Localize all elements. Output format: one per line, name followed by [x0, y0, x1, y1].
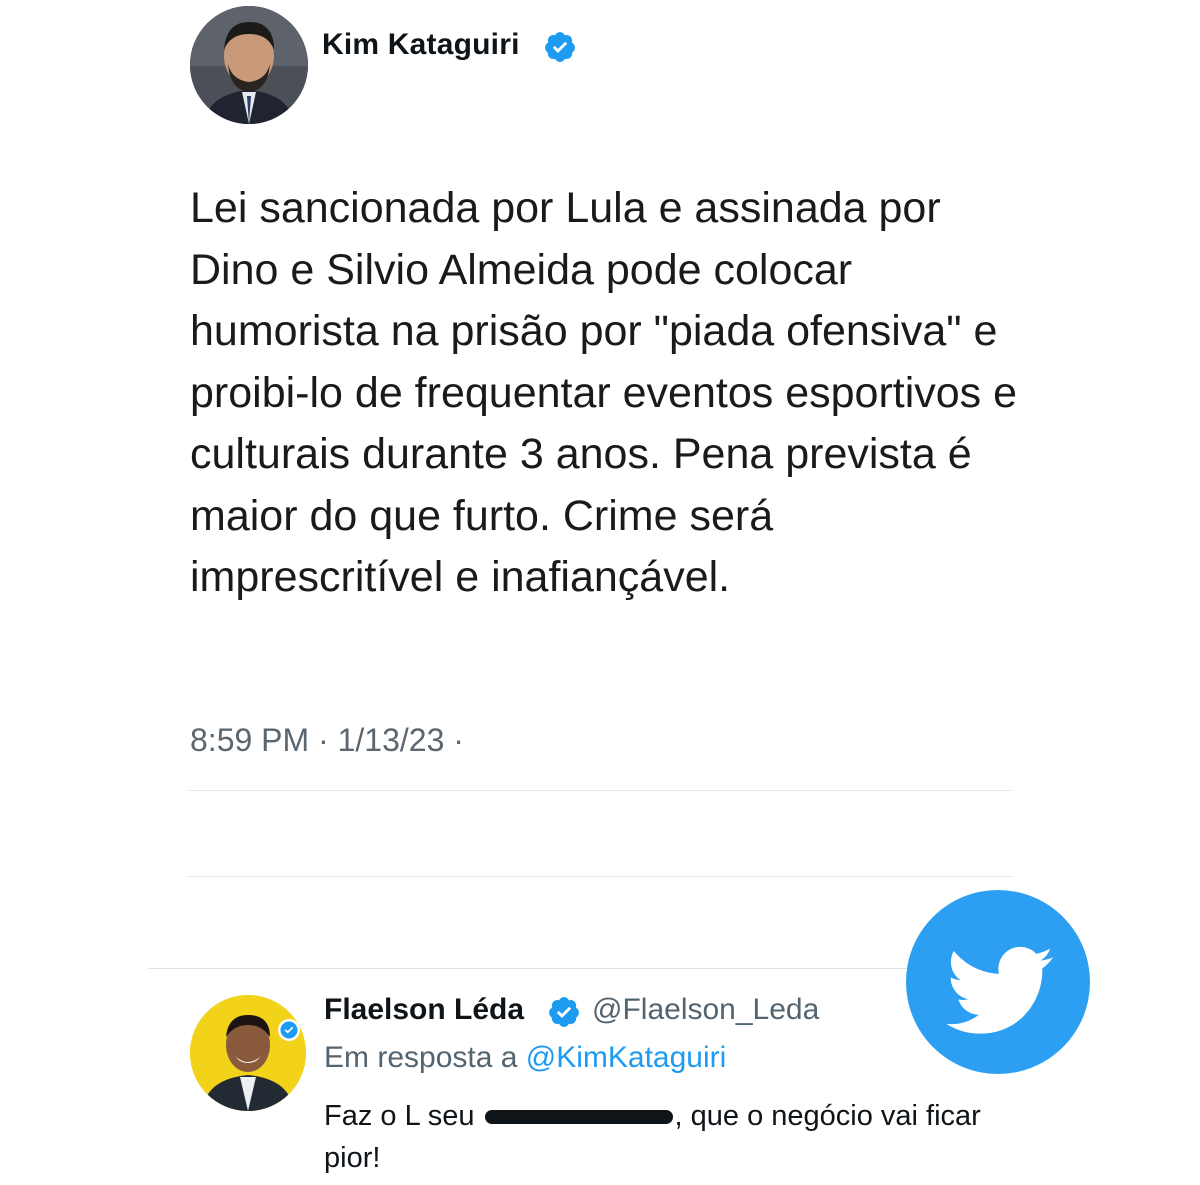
reply-author-handle[interactable]: @Flaelson_Leda [592, 993, 819, 1027]
reply-author-avatar[interactable] [190, 995, 306, 1111]
author-avatar[interactable] [190, 6, 308, 124]
reply-context-label: Em resposta a [324, 1041, 518, 1074]
avatar-photo [190, 6, 308, 124]
reply-text: Faz o L seu , que o negócio vai ficar pi… [324, 1095, 1024, 1179]
divider [148, 968, 908, 969]
tweet-timestamp[interactable]: 8:59 PM · 1/13/23 · [190, 722, 464, 759]
verified-badge-icon [547, 995, 581, 1029]
reply-context: Em resposta a @KimKataguiri [324, 1041, 726, 1075]
twitter-bird-icon [946, 946, 1054, 1034]
author-name[interactable]: Kim Kataguiri [322, 28, 520, 62]
avatar-photo [190, 995, 306, 1111]
divider [188, 876, 1012, 877]
reply-author-name[interactable]: Flaelson Léda [324, 993, 524, 1027]
redacted-word [484, 1110, 673, 1125]
verified-badge-icon [543, 30, 577, 64]
reply-text-start: Faz o L seu [324, 1100, 475, 1132]
reply-context-mention[interactable]: @KimKataguiri [526, 1041, 727, 1074]
twitter-logo [906, 890, 1090, 1074]
divider [188, 790, 1012, 791]
tweet-text: Lei sancionada por Lula e assinada por D… [190, 184, 1018, 601]
verified-badge-icon [277, 1018, 301, 1042]
